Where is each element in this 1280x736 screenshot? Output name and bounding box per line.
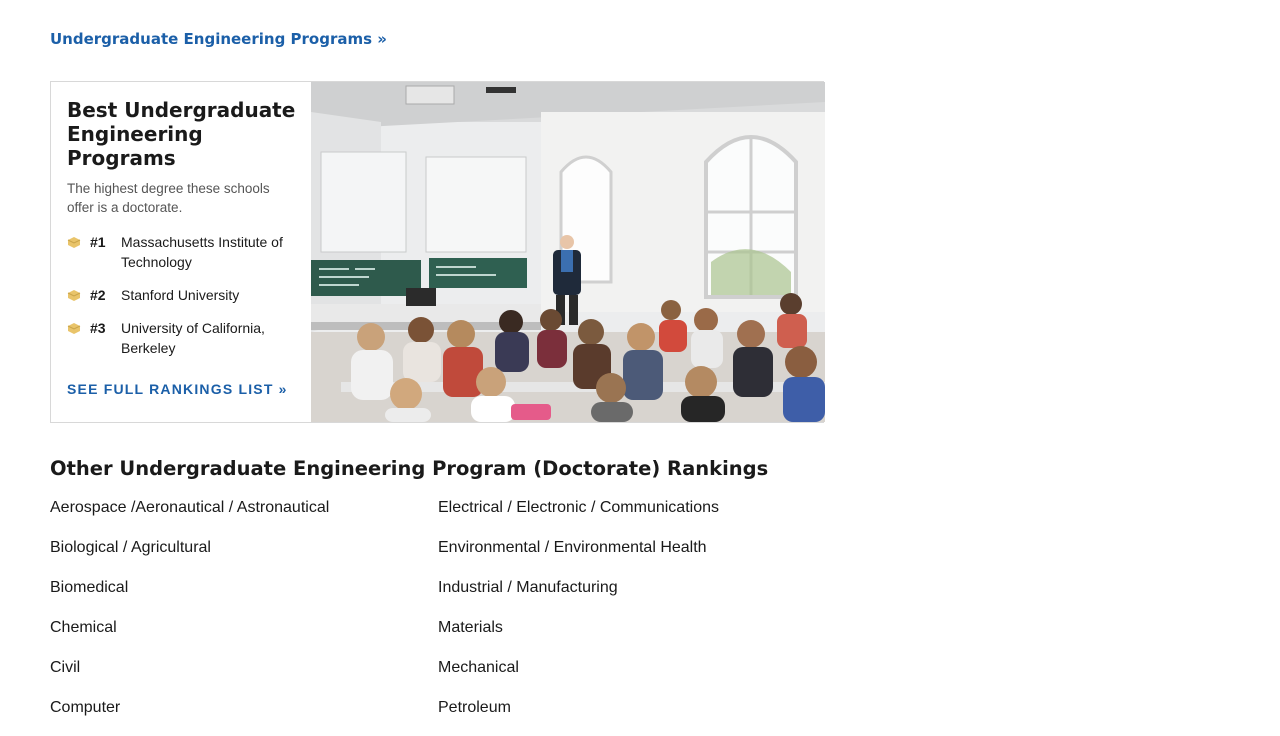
trophy-icon [67,288,81,302]
program-rankings-list: Aerospace /Aeronautical / Astronautical … [50,496,810,736]
program-link-materials[interactable]: Materials [438,616,810,656]
lecture-hall-photo [311,82,825,422]
school-link[interactable]: University of California, Berkeley [121,318,301,358]
trophy-icon [67,321,81,335]
program-link-electrical[interactable]: Electrical / Electronic / Communications [438,496,810,536]
rank-number: #2 [90,287,106,303]
undergraduate-engineering-programs-link[interactable]: Undergraduate Engineering Programs » [50,30,387,48]
rank-number: #1 [90,234,106,250]
program-link-aerospace[interactable]: Aerospace /Aeronautical / Astronautical [50,496,438,536]
card-subtitle: The highest degree these schools offer i… [67,181,270,215]
list-item: #2 Stanford University [67,285,303,305]
best-programs-card: Best Undergraduate Engineering Programs … [50,81,825,423]
program-link-mechanical[interactable]: Mechanical [438,656,810,696]
program-link-biological[interactable]: Biological / Agricultural [50,536,438,576]
trophy-icon [67,235,81,249]
other-rankings-heading[interactable]: Other Undergraduate Engineering Program … [50,456,768,482]
program-link-environmental[interactable]: Environmental / Environmental Health [438,536,810,576]
school-link[interactable]: Stanford University [121,285,301,305]
program-link-industrial[interactable]: Industrial / Manufacturing [438,576,810,616]
list-item: #1 Massachusetts Institute of Technology [67,232,303,272]
program-link-biomedical[interactable]: Biomedical [50,576,438,616]
program-link-computer[interactable]: Computer [50,696,438,736]
see-full-rankings-link[interactable]: SEE FULL RANKINGS LIST » [67,381,288,397]
program-link-petroleum[interactable]: Petroleum [438,696,810,736]
list-item: #3 University of California, Berkeley [67,318,303,358]
rank-number: #3 [90,320,106,336]
card-text-panel: Best Undergraduate Engineering Programs … [51,82,311,422]
card-title[interactable]: Best Undergraduate Engineering Programs [67,98,303,170]
school-link[interactable]: Massachusetts Institute of Technology [121,232,301,272]
program-link-civil[interactable]: Civil [50,656,438,696]
rankings-list: #1 Massachusetts Institute of Technology… [67,232,303,371]
program-link-chemical[interactable]: Chemical [50,616,438,656]
